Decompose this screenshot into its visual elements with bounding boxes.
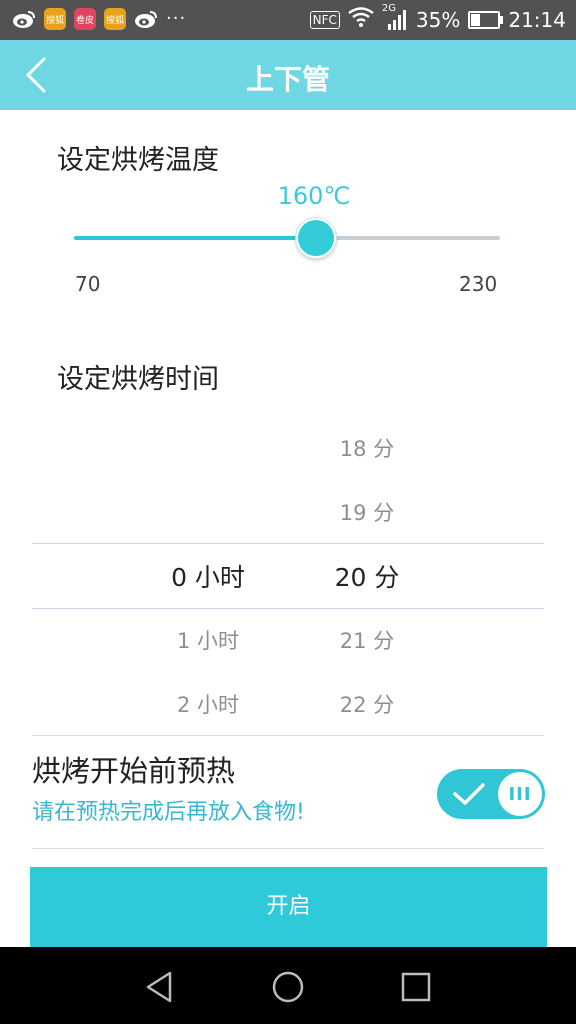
slider-thumb[interactable]	[295, 218, 336, 258]
toggle-knob[interactable]: III	[498, 772, 542, 816]
signal-icon: 2G	[382, 3, 408, 31]
temperature-max-label: 230	[459, 272, 498, 296]
picker-selection-top-line	[32, 543, 544, 544]
weibo-icon	[134, 9, 158, 29]
status-bar: 搜狐 卷皮 搜狐 ··· NFC 2G 35% 21:14	[0, 0, 576, 40]
temperature-slider[interactable]	[74, 218, 500, 258]
nav-back-button[interactable]	[140, 967, 180, 1007]
picker-minute-item[interactable]: 18 分	[267, 433, 467, 463]
sougou-icon: 搜狐	[104, 8, 126, 30]
preheat-title: 烘烤开始前预热	[32, 754, 236, 788]
notification-icons: 搜狐 卷皮 搜狐 ···	[12, 8, 186, 30]
system-indicators: NFC 2G 35% 21:14	[309, 3, 566, 32]
nfc-icon: NFC	[309, 10, 340, 29]
temperature-value: 160℃	[277, 182, 351, 210]
page-title: 上下管	[245, 63, 330, 96]
weibo-icon	[12, 9, 36, 29]
preheat-note: 请在预热完成后再放入食物!	[32, 800, 305, 825]
app-header: 上下管	[0, 40, 576, 110]
temperature-section-title: 设定烘烤温度	[57, 145, 219, 176]
juanpi-icon: 卷皮	[74, 8, 96, 30]
picker-minute-item[interactable]: 22 分	[267, 689, 467, 719]
temperature-min-label: 70	[75, 272, 101, 296]
slider-fill	[74, 236, 314, 240]
divider	[32, 848, 544, 849]
clock: 21:14	[508, 7, 566, 32]
check-icon	[453, 783, 485, 805]
recents-square-icon	[401, 972, 431, 1002]
home-circle-icon	[272, 971, 304, 1003]
time-section-title: 设定烘烤时间	[57, 364, 219, 395]
battery-percent: 35%	[415, 7, 461, 32]
preheat-toggle[interactable]: III	[437, 769, 545, 819]
system-nav-bar	[0, 947, 576, 1024]
divider	[32, 735, 544, 736]
more-dots-icon: ···	[166, 8, 187, 29]
nav-recents-button[interactable]	[396, 967, 436, 1007]
picker-minute-item[interactable]: 19 分	[267, 497, 467, 527]
battery-icon	[468, 10, 504, 29]
start-button[interactable]: 开启	[30, 867, 547, 947]
picker-minute-item[interactable]: 21 分	[267, 625, 467, 655]
back-triangle-icon	[146, 971, 172, 1003]
network-type: 2G	[381, 2, 397, 14]
wifi-icon	[348, 7, 374, 32]
nav-home-button[interactable]	[268, 967, 308, 1007]
sougou-icon: 搜狐	[44, 8, 66, 30]
picker-minute-item[interactable]: 20 分	[267, 558, 467, 594]
picker-selection-bottom-line	[32, 608, 544, 609]
